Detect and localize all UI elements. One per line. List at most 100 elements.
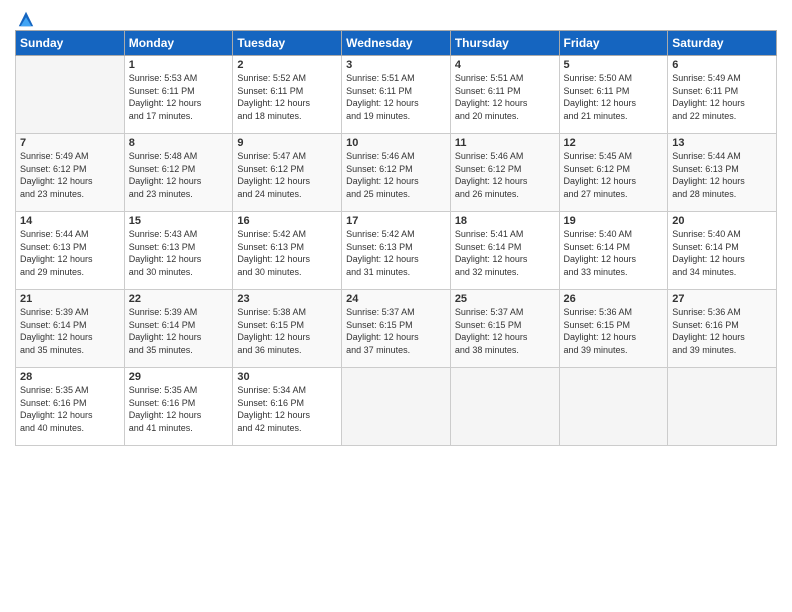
- day-info: Sunrise: 5:47 AM Sunset: 6:12 PM Dayligh…: [237, 150, 337, 200]
- day-info: Sunrise: 5:53 AM Sunset: 6:11 PM Dayligh…: [129, 72, 229, 122]
- col-header-friday: Friday: [559, 31, 668, 56]
- calendar-cell: 17Sunrise: 5:42 AM Sunset: 6:13 PM Dayli…: [342, 212, 451, 290]
- day-info: Sunrise: 5:48 AM Sunset: 6:12 PM Dayligh…: [129, 150, 229, 200]
- day-number: 25: [455, 293, 555, 305]
- day-number: 7: [20, 137, 120, 149]
- day-number: 8: [129, 137, 229, 149]
- calendar-cell: 18Sunrise: 5:41 AM Sunset: 6:14 PM Dayli…: [450, 212, 559, 290]
- day-number: 30: [237, 371, 337, 383]
- calendar-cell: 6Sunrise: 5:49 AM Sunset: 6:11 PM Daylig…: [668, 56, 777, 134]
- col-header-thursday: Thursday: [450, 31, 559, 56]
- calendar-cell: [668, 368, 777, 446]
- day-info: Sunrise: 5:50 AM Sunset: 6:11 PM Dayligh…: [564, 72, 664, 122]
- day-info: Sunrise: 5:34 AM Sunset: 6:16 PM Dayligh…: [237, 384, 337, 434]
- day-number: 6: [672, 59, 772, 71]
- day-number: 27: [672, 293, 772, 305]
- day-info: Sunrise: 5:36 AM Sunset: 6:15 PM Dayligh…: [564, 306, 664, 356]
- day-info: Sunrise: 5:35 AM Sunset: 6:16 PM Dayligh…: [20, 384, 120, 434]
- calendar-cell: 28Sunrise: 5:35 AM Sunset: 6:16 PM Dayli…: [16, 368, 125, 446]
- calendar-cell: 1Sunrise: 5:53 AM Sunset: 6:11 PM Daylig…: [124, 56, 233, 134]
- day-number: 14: [20, 215, 120, 227]
- calendar-cell: 21Sunrise: 5:39 AM Sunset: 6:14 PM Dayli…: [16, 290, 125, 368]
- calendar-week-row: 28Sunrise: 5:35 AM Sunset: 6:16 PM Dayli…: [16, 368, 777, 446]
- day-info: Sunrise: 5:51 AM Sunset: 6:11 PM Dayligh…: [455, 72, 555, 122]
- day-info: Sunrise: 5:44 AM Sunset: 6:13 PM Dayligh…: [672, 150, 772, 200]
- day-number: 5: [564, 59, 664, 71]
- calendar-cell: 2Sunrise: 5:52 AM Sunset: 6:11 PM Daylig…: [233, 56, 342, 134]
- day-info: Sunrise: 5:49 AM Sunset: 6:12 PM Dayligh…: [20, 150, 120, 200]
- day-info: Sunrise: 5:51 AM Sunset: 6:11 PM Dayligh…: [346, 72, 446, 122]
- day-number: 10: [346, 137, 446, 149]
- calendar-cell: 30Sunrise: 5:34 AM Sunset: 6:16 PM Dayli…: [233, 368, 342, 446]
- day-number: 23: [237, 293, 337, 305]
- day-info: Sunrise: 5:37 AM Sunset: 6:15 PM Dayligh…: [455, 306, 555, 356]
- header: [15, 10, 777, 24]
- calendar-cell: 4Sunrise: 5:51 AM Sunset: 6:11 PM Daylig…: [450, 56, 559, 134]
- day-info: Sunrise: 5:38 AM Sunset: 6:15 PM Dayligh…: [237, 306, 337, 356]
- calendar-cell: 22Sunrise: 5:39 AM Sunset: 6:14 PM Dayli…: [124, 290, 233, 368]
- calendar-cell: 15Sunrise: 5:43 AM Sunset: 6:13 PM Dayli…: [124, 212, 233, 290]
- col-header-saturday: Saturday: [668, 31, 777, 56]
- day-number: 15: [129, 215, 229, 227]
- day-info: Sunrise: 5:35 AM Sunset: 6:16 PM Dayligh…: [129, 384, 229, 434]
- page-container: SundayMondayTuesdayWednesdayThursdayFrid…: [0, 0, 792, 612]
- day-number: 29: [129, 371, 229, 383]
- day-number: 26: [564, 293, 664, 305]
- calendar-table: SundayMondayTuesdayWednesdayThursdayFrid…: [15, 30, 777, 446]
- calendar-cell: 26Sunrise: 5:36 AM Sunset: 6:15 PM Dayli…: [559, 290, 668, 368]
- day-info: Sunrise: 5:42 AM Sunset: 6:13 PM Dayligh…: [237, 228, 337, 278]
- col-header-wednesday: Wednesday: [342, 31, 451, 56]
- day-info: Sunrise: 5:49 AM Sunset: 6:11 PM Dayligh…: [672, 72, 772, 122]
- day-number: 16: [237, 215, 337, 227]
- day-number: 19: [564, 215, 664, 227]
- calendar-week-row: 14Sunrise: 5:44 AM Sunset: 6:13 PM Dayli…: [16, 212, 777, 290]
- day-info: Sunrise: 5:46 AM Sunset: 6:12 PM Dayligh…: [346, 150, 446, 200]
- day-number: 4: [455, 59, 555, 71]
- calendar-cell: 7Sunrise: 5:49 AM Sunset: 6:12 PM Daylig…: [16, 134, 125, 212]
- day-info: Sunrise: 5:45 AM Sunset: 6:12 PM Dayligh…: [564, 150, 664, 200]
- calendar-week-row: 7Sunrise: 5:49 AM Sunset: 6:12 PM Daylig…: [16, 134, 777, 212]
- day-info: Sunrise: 5:44 AM Sunset: 6:13 PM Dayligh…: [20, 228, 120, 278]
- calendar-cell: 24Sunrise: 5:37 AM Sunset: 6:15 PM Dayli…: [342, 290, 451, 368]
- calendar-cell: [16, 56, 125, 134]
- calendar-cell: 25Sunrise: 5:37 AM Sunset: 6:15 PM Dayli…: [450, 290, 559, 368]
- calendar-header-row: SundayMondayTuesdayWednesdayThursdayFrid…: [16, 31, 777, 56]
- calendar-cell: [450, 368, 559, 446]
- day-info: Sunrise: 5:43 AM Sunset: 6:13 PM Dayligh…: [129, 228, 229, 278]
- day-info: Sunrise: 5:40 AM Sunset: 6:14 PM Dayligh…: [564, 228, 664, 278]
- col-header-monday: Monday: [124, 31, 233, 56]
- calendar-cell: 9Sunrise: 5:47 AM Sunset: 6:12 PM Daylig…: [233, 134, 342, 212]
- calendar-cell: 16Sunrise: 5:42 AM Sunset: 6:13 PM Dayli…: [233, 212, 342, 290]
- day-number: 13: [672, 137, 772, 149]
- day-number: 12: [564, 137, 664, 149]
- day-info: Sunrise: 5:52 AM Sunset: 6:11 PM Dayligh…: [237, 72, 337, 122]
- day-number: 1: [129, 59, 229, 71]
- day-number: 9: [237, 137, 337, 149]
- day-number: 11: [455, 137, 555, 149]
- calendar-cell: 20Sunrise: 5:40 AM Sunset: 6:14 PM Dayli…: [668, 212, 777, 290]
- col-header-tuesday: Tuesday: [233, 31, 342, 56]
- day-number: 20: [672, 215, 772, 227]
- day-number: 3: [346, 59, 446, 71]
- calendar-cell: 19Sunrise: 5:40 AM Sunset: 6:14 PM Dayli…: [559, 212, 668, 290]
- calendar-cell: [342, 368, 451, 446]
- calendar-cell: 3Sunrise: 5:51 AM Sunset: 6:11 PM Daylig…: [342, 56, 451, 134]
- calendar-cell: 5Sunrise: 5:50 AM Sunset: 6:11 PM Daylig…: [559, 56, 668, 134]
- calendar-cell: 14Sunrise: 5:44 AM Sunset: 6:13 PM Dayli…: [16, 212, 125, 290]
- day-info: Sunrise: 5:36 AM Sunset: 6:16 PM Dayligh…: [672, 306, 772, 356]
- calendar-cell: 13Sunrise: 5:44 AM Sunset: 6:13 PM Dayli…: [668, 134, 777, 212]
- calendar-cell: 10Sunrise: 5:46 AM Sunset: 6:12 PM Dayli…: [342, 134, 451, 212]
- day-info: Sunrise: 5:41 AM Sunset: 6:14 PM Dayligh…: [455, 228, 555, 278]
- day-info: Sunrise: 5:40 AM Sunset: 6:14 PM Dayligh…: [672, 228, 772, 278]
- calendar-cell: 8Sunrise: 5:48 AM Sunset: 6:12 PM Daylig…: [124, 134, 233, 212]
- calendar-cell: 23Sunrise: 5:38 AM Sunset: 6:15 PM Dayli…: [233, 290, 342, 368]
- day-number: 28: [20, 371, 120, 383]
- calendar-cell: 12Sunrise: 5:45 AM Sunset: 6:12 PM Dayli…: [559, 134, 668, 212]
- col-header-sunday: Sunday: [16, 31, 125, 56]
- calendar-cell: [559, 368, 668, 446]
- logo-icon: [17, 10, 35, 28]
- day-number: 18: [455, 215, 555, 227]
- day-info: Sunrise: 5:46 AM Sunset: 6:12 PM Dayligh…: [455, 150, 555, 200]
- day-number: 2: [237, 59, 337, 71]
- calendar-week-row: 21Sunrise: 5:39 AM Sunset: 6:14 PM Dayli…: [16, 290, 777, 368]
